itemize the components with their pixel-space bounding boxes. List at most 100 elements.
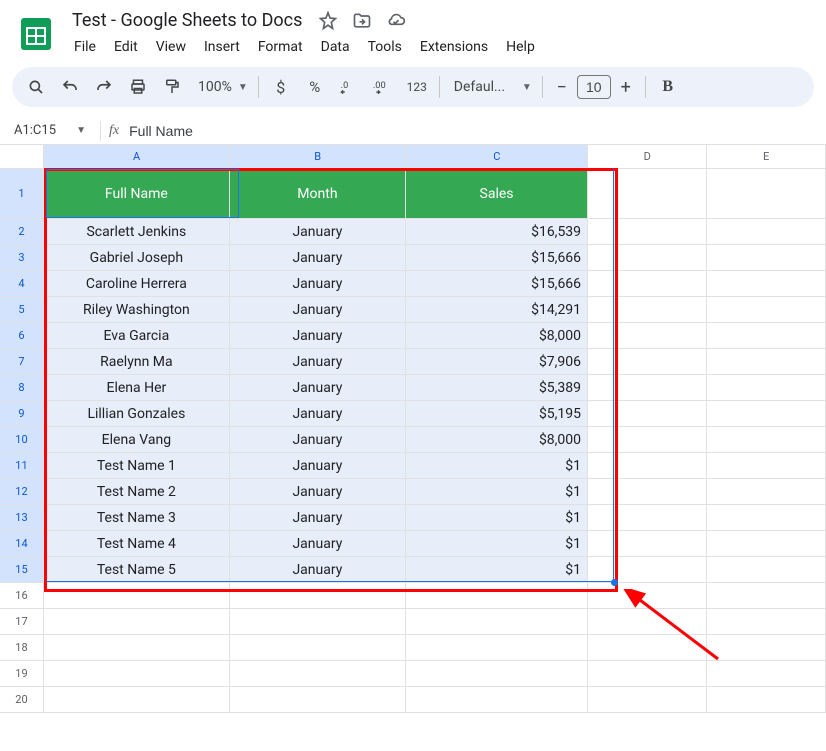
row-header[interactable]: 7	[0, 349, 44, 375]
row-header[interactable]: 17	[0, 609, 44, 635]
cell[interactable]: $15,666	[406, 245, 588, 271]
cell[interactable]	[588, 505, 707, 531]
cell[interactable]	[44, 635, 230, 661]
increase-decimal-icon[interactable]: .00	[367, 71, 399, 103]
cell[interactable]: January	[230, 505, 406, 531]
cell[interactable]	[707, 479, 826, 505]
cell[interactable]	[707, 531, 826, 557]
more-formats-icon[interactable]: 123	[401, 71, 433, 103]
menu-edit[interactable]: Edit	[106, 35, 146, 59]
cell[interactable]	[406, 635, 588, 661]
cell[interactable]: January	[230, 375, 406, 401]
cell[interactable]	[588, 479, 707, 505]
row-header[interactable]: 5	[0, 297, 44, 323]
cell[interactable]	[707, 609, 826, 635]
formula-input[interactable]	[129, 123, 826, 139]
menu-file[interactable]: File	[66, 35, 104, 59]
cell[interactable]	[588, 349, 707, 375]
cell[interactable]: January	[230, 531, 406, 557]
star-icon[interactable]	[318, 11, 338, 31]
cell[interactable]: January	[230, 349, 406, 375]
row-header[interactable]: 9	[0, 401, 44, 427]
cell[interactable]	[707, 583, 826, 609]
cell[interactable]	[588, 375, 707, 401]
cell[interactable]	[707, 635, 826, 661]
column-header-c[interactable]: C	[406, 145, 588, 168]
cell[interactable]: Test Name 1	[44, 453, 230, 479]
row-header[interactable]: 4	[0, 271, 44, 297]
cell[interactable]	[707, 375, 826, 401]
cell[interactable]	[588, 609, 707, 635]
cell[interactable]: Gabriel Joseph	[44, 245, 230, 271]
cell[interactable]: $1	[406, 505, 588, 531]
cell[interactable]	[588, 271, 707, 297]
cell[interactable]	[707, 297, 826, 323]
cell[interactable]	[707, 245, 826, 271]
cell[interactable]: $1	[406, 453, 588, 479]
row-header[interactable]: 6	[0, 323, 44, 349]
cell[interactable]: $5,389	[406, 375, 588, 401]
sheets-logo-icon[interactable]	[16, 14, 56, 54]
cell[interactable]	[406, 609, 588, 635]
cell[interactable]	[44, 583, 230, 609]
cloud-status-icon[interactable]	[386, 11, 406, 31]
cell[interactable]	[230, 609, 406, 635]
cell[interactable]	[588, 245, 707, 271]
zoom-select[interactable]: 100%▼	[190, 79, 252, 95]
cell[interactable]	[707, 271, 826, 297]
cell[interactable]	[230, 635, 406, 661]
row-header[interactable]: 11	[0, 453, 44, 479]
cell[interactable]: Lillian Gonzales	[44, 401, 230, 427]
cell[interactable]	[707, 401, 826, 427]
fontsize-input[interactable]	[577, 75, 611, 99]
cell[interactable]	[588, 557, 707, 583]
cell[interactable]: $16,539	[406, 219, 588, 245]
row-header[interactable]: 19	[0, 661, 44, 687]
cell[interactable]: Scarlett Jenkins	[44, 219, 230, 245]
cell[interactable]: Riley Washington	[44, 297, 230, 323]
document-title[interactable]: Test - Google Sheets to Docs	[66, 8, 308, 33]
cell[interactable]: $15,666	[406, 271, 588, 297]
menu-extensions[interactable]: Extensions	[412, 35, 496, 59]
cell[interactable]: Raelynn Ma	[44, 349, 230, 375]
cell[interactable]	[707, 427, 826, 453]
row-header[interactable]: 14	[0, 531, 44, 557]
column-header-a[interactable]: A	[44, 145, 230, 168]
row-header[interactable]: 3	[0, 245, 44, 271]
redo-icon[interactable]	[88, 71, 120, 103]
cell[interactable]: Caroline Herrera	[44, 271, 230, 297]
column-header-e[interactable]: E	[707, 145, 826, 168]
cell[interactable]	[588, 453, 707, 479]
cell[interactable]: January	[230, 323, 406, 349]
decrease-decimal-icon[interactable]: .0	[333, 71, 365, 103]
cell[interactable]	[707, 687, 826, 713]
cell[interactable]	[707, 453, 826, 479]
menu-insert[interactable]: Insert	[196, 35, 248, 59]
row-header[interactable]: 16	[0, 583, 44, 609]
cell[interactable]	[44, 609, 230, 635]
cell[interactable]: $7,906	[406, 349, 588, 375]
name-box[interactable]: A1:C15 ▼	[6, 123, 92, 138]
row-header[interactable]: 8	[0, 375, 44, 401]
cell[interactable]	[707, 505, 826, 531]
cell[interactable]	[707, 219, 826, 245]
currency-icon[interactable]: $	[265, 71, 297, 103]
menu-view[interactable]: View	[148, 35, 194, 59]
cell[interactable]	[588, 687, 707, 713]
cell[interactable]: $5,195	[406, 401, 588, 427]
bold-icon[interactable]: B	[652, 71, 684, 103]
cell[interactable]: $1	[406, 557, 588, 583]
cell[interactable]	[707, 169, 826, 219]
menu-data[interactable]: Data	[313, 35, 358, 59]
cell[interactable]: Eva Garcia	[44, 323, 230, 349]
cell[interactable]	[707, 349, 826, 375]
cell[interactable]: Full Name	[44, 169, 230, 219]
menu-tools[interactable]: Tools	[360, 35, 410, 59]
cell[interactable]: Test Name 3	[44, 505, 230, 531]
cell[interactable]	[44, 687, 230, 713]
cell[interactable]: $1	[406, 479, 588, 505]
cell[interactable]	[588, 531, 707, 557]
cell[interactable]: January	[230, 219, 406, 245]
row-header[interactable]: 2	[0, 219, 44, 245]
cell[interactable]: January	[230, 427, 406, 453]
